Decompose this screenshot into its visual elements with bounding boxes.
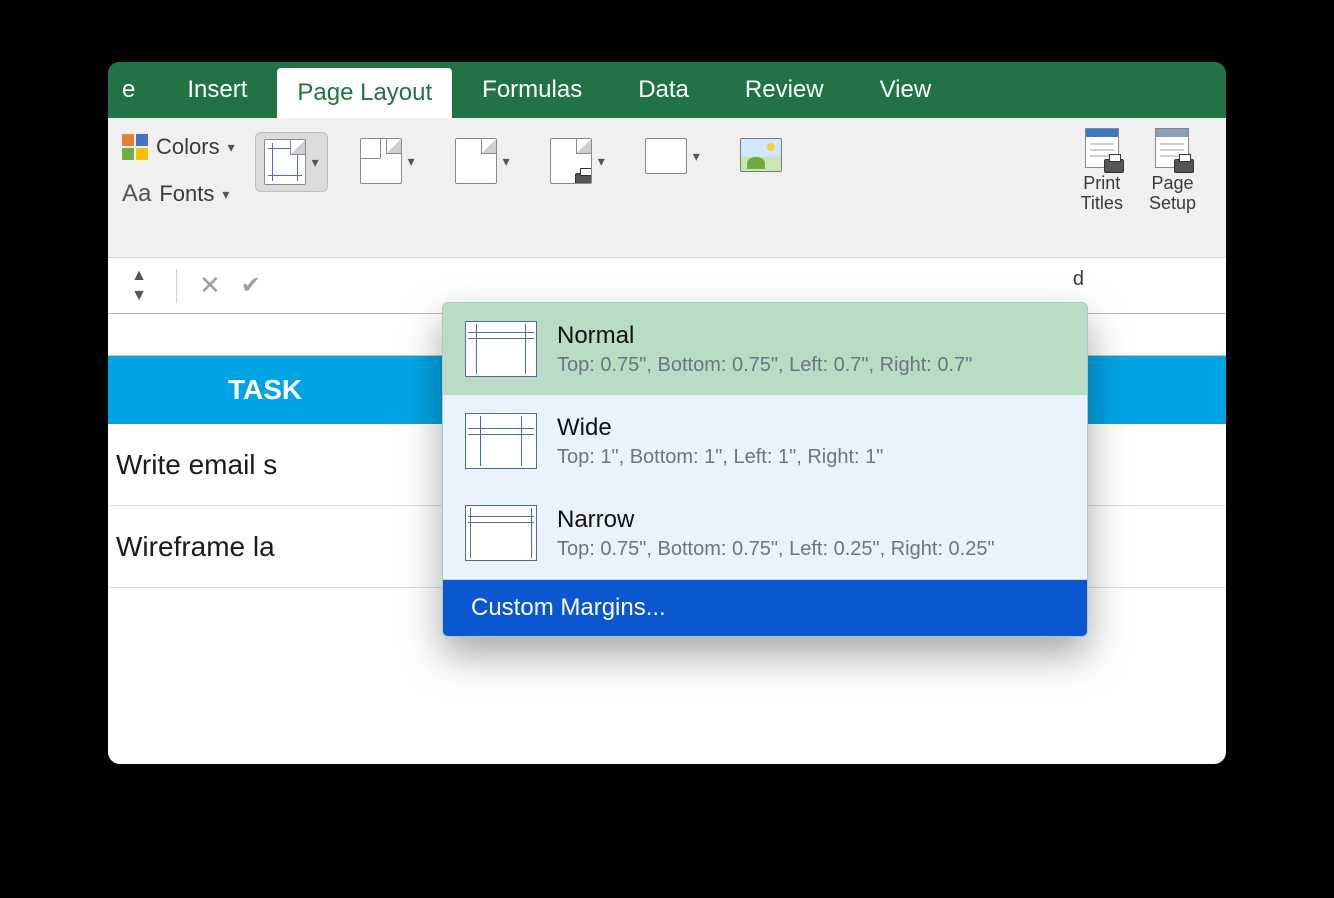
menu-item-desc: Top: 0.75", Bottom: 0.75", Left: 0.25", … [557, 538, 995, 561]
picture-icon [740, 138, 782, 172]
orientation-button[interactable]: ▾ [352, 132, 423, 190]
page-setup-button[interactable]: Page Setup [1149, 128, 1196, 214]
chevron-down-icon: ▾ [312, 154, 319, 171]
chevron-down-icon: ▾ [598, 153, 605, 170]
menu-item-desc: Top: 0.75", Bottom: 0.75", Left: 0.7", R… [557, 354, 972, 377]
margins-button[interactable]: ▾ [255, 132, 328, 192]
fonts-button[interactable]: Aa Fonts ▾ [122, 180, 235, 208]
cancel-icon[interactable]: ✕ [189, 270, 231, 301]
accept-icon[interactable]: ✔ [231, 271, 271, 300]
margins-icon [264, 139, 306, 185]
background-label-partial: d [1073, 268, 1084, 291]
chevron-down-icon: ▾ [503, 153, 510, 170]
background-button[interactable] [732, 132, 790, 178]
chevron-down-icon: ▾ [693, 148, 700, 165]
stepper-down-icon: ▼ [131, 287, 147, 305]
fonts-label: Fonts [159, 181, 214, 207]
divider [176, 269, 177, 303]
page-setup-label: Page Setup [1149, 174, 1196, 214]
ribbon-tabs: e Insert Page Layout Formulas Data Revie… [108, 62, 1226, 118]
ribbon-toolbar: Colors ▾ Aa Fonts ▾ ▾ ▾ [108, 118, 1226, 258]
fonts-icon: Aa [122, 180, 151, 208]
margins-thumb-wide-icon [465, 413, 537, 469]
tab-view[interactable]: View [852, 62, 960, 118]
stepper-up-icon: ▲ [131, 267, 147, 285]
tab-home-partial[interactable]: e [108, 62, 159, 118]
print-area-button[interactable]: ▾ [542, 132, 613, 190]
breaks-button[interactable]: ▾ [637, 132, 708, 180]
margins-thumb-normal-icon [465, 321, 537, 377]
margins-menu: Normal Top: 0.75", Bottom: 0.75", Left: … [442, 302, 1088, 637]
chevron-down-icon: ▾ [222, 186, 229, 203]
tab-formulas[interactable]: Formulas [454, 62, 610, 118]
sheet-icon [1085, 128, 1119, 168]
colors-label: Colors [156, 134, 220, 160]
chevron-down-icon: ▾ [408, 153, 415, 170]
chevron-down-icon: ▾ [228, 139, 235, 156]
menu-item-narrow[interactable]: Narrow Top: 0.75", Bottom: 0.75", Left: … [443, 487, 1087, 579]
menu-item-title: Wide [557, 414, 883, 442]
menu-item-custom-margins[interactable]: Custom Margins... [443, 580, 1087, 636]
menu-item-desc: Top: 1", Bottom: 1", Left: 1", Right: 1" [557, 446, 883, 469]
menu-item-wide[interactable]: Wide Top: 1", Bottom: 1", Left: 1", Righ… [443, 395, 1087, 487]
header-task: TASK [228, 374, 302, 406]
breaks-icon [645, 138, 687, 174]
tab-page-layout[interactable]: Page Layout [277, 68, 452, 118]
margins-thumb-narrow-icon [465, 505, 537, 561]
size-button[interactable]: ▾ [447, 132, 518, 190]
colors-icon [122, 134, 148, 160]
tab-insert[interactable]: Insert [159, 62, 275, 118]
print-area-icon [550, 138, 592, 184]
excel-window: e Insert Page Layout Formulas Data Revie… [108, 62, 1226, 764]
menu-item-title: Normal [557, 322, 972, 350]
sheet-icon [1155, 128, 1189, 168]
size-icon [455, 138, 497, 184]
print-titles-label: Print Titles [1081, 174, 1123, 214]
menu-item-normal[interactable]: Normal Top: 0.75", Bottom: 0.75", Left: … [443, 303, 1087, 395]
colors-button[interactable]: Colors ▾ [122, 134, 235, 160]
print-titles-button[interactable]: Print Titles [1081, 128, 1123, 214]
tab-review[interactable]: Review [717, 62, 852, 118]
name-box-stepper[interactable]: ▲ ▼ [114, 267, 164, 305]
tab-data[interactable]: Data [610, 62, 717, 118]
orientation-icon [360, 138, 402, 184]
menu-item-title: Narrow [557, 506, 995, 534]
